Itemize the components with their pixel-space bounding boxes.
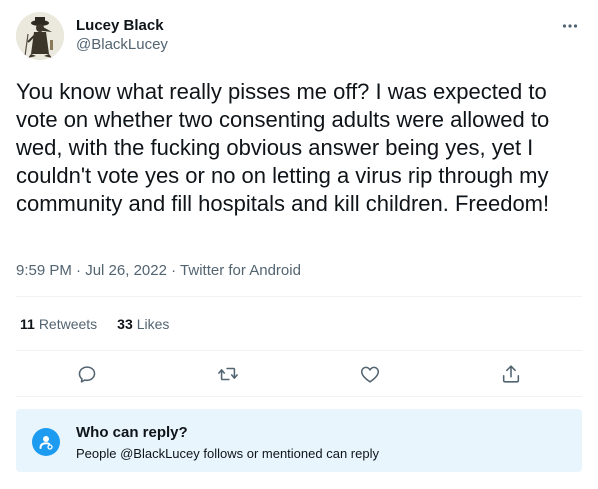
plague-doctor-avatar-icon — [16, 12, 64, 60]
at-sign-person-icon — [32, 428, 60, 456]
retweets-label: Retweets — [38, 316, 98, 332]
tweet-meta: 9:59 PM · Jul 26, 2022 · Twitter for And… — [16, 261, 301, 281]
tweet-time[interactable]: 9:59 PM — [16, 262, 72, 279]
retweets-stat[interactable]: 11 Retweets — [20, 314, 97, 334]
more-options-button[interactable] — [558, 14, 582, 38]
meta-separator: · — [76, 262, 82, 279]
more-dots-icon — [562, 24, 578, 28]
author-display-name[interactable]: Lucey Black — [76, 17, 168, 35]
retweets-count: 11 — [20, 316, 35, 332]
tweet-text: You know what really pisses me off? I wa… — [16, 79, 556, 216]
share-button[interactable] — [499, 362, 523, 386]
reply-restriction-box: Who can reply? People @BlackLucey follow… — [16, 409, 582, 472]
likes-count: 33 — [117, 316, 133, 332]
retweet-icon — [218, 367, 238, 381]
author-names[interactable]: Lucey Black @BlackLucey — [76, 17, 168, 55]
avatar[interactable] — [16, 12, 64, 60]
action-bar — [16, 352, 582, 396]
reply-restriction-title: Who can reply? — [76, 424, 188, 441]
reply-icon — [78, 366, 96, 383]
divider — [16, 350, 582, 351]
divider — [16, 396, 582, 397]
likes-label: Likes — [136, 316, 170, 332]
tweet-date[interactable]: Jul 26, 2022 — [85, 262, 167, 279]
retweet-button[interactable] — [216, 362, 240, 386]
tweet-source[interactable]: Twitter for Android — [180, 262, 301, 279]
tweet: Lucey Black @BlackLucey You know what re… — [0, 0, 598, 489]
reply-button[interactable] — [75, 362, 99, 386]
like-icon — [360, 366, 380, 383]
tweet-stats: 11 Retweets 33 Likes — [20, 314, 169, 334]
at-sign-person-glyph — [39, 436, 53, 450]
meta-separator: · — [171, 262, 177, 279]
reply-restriction-description: People @BlackLucey follows or mentioned … — [76, 446, 379, 461]
likes-stat[interactable]: 33 Likes — [117, 314, 169, 334]
like-button[interactable] — [358, 362, 382, 386]
divider — [16, 296, 582, 297]
author-handle[interactable]: @BlackLucey — [76, 35, 168, 55]
tweet-header: Lucey Black @BlackLucey — [16, 12, 582, 60]
share-icon — [502, 365, 520, 383]
